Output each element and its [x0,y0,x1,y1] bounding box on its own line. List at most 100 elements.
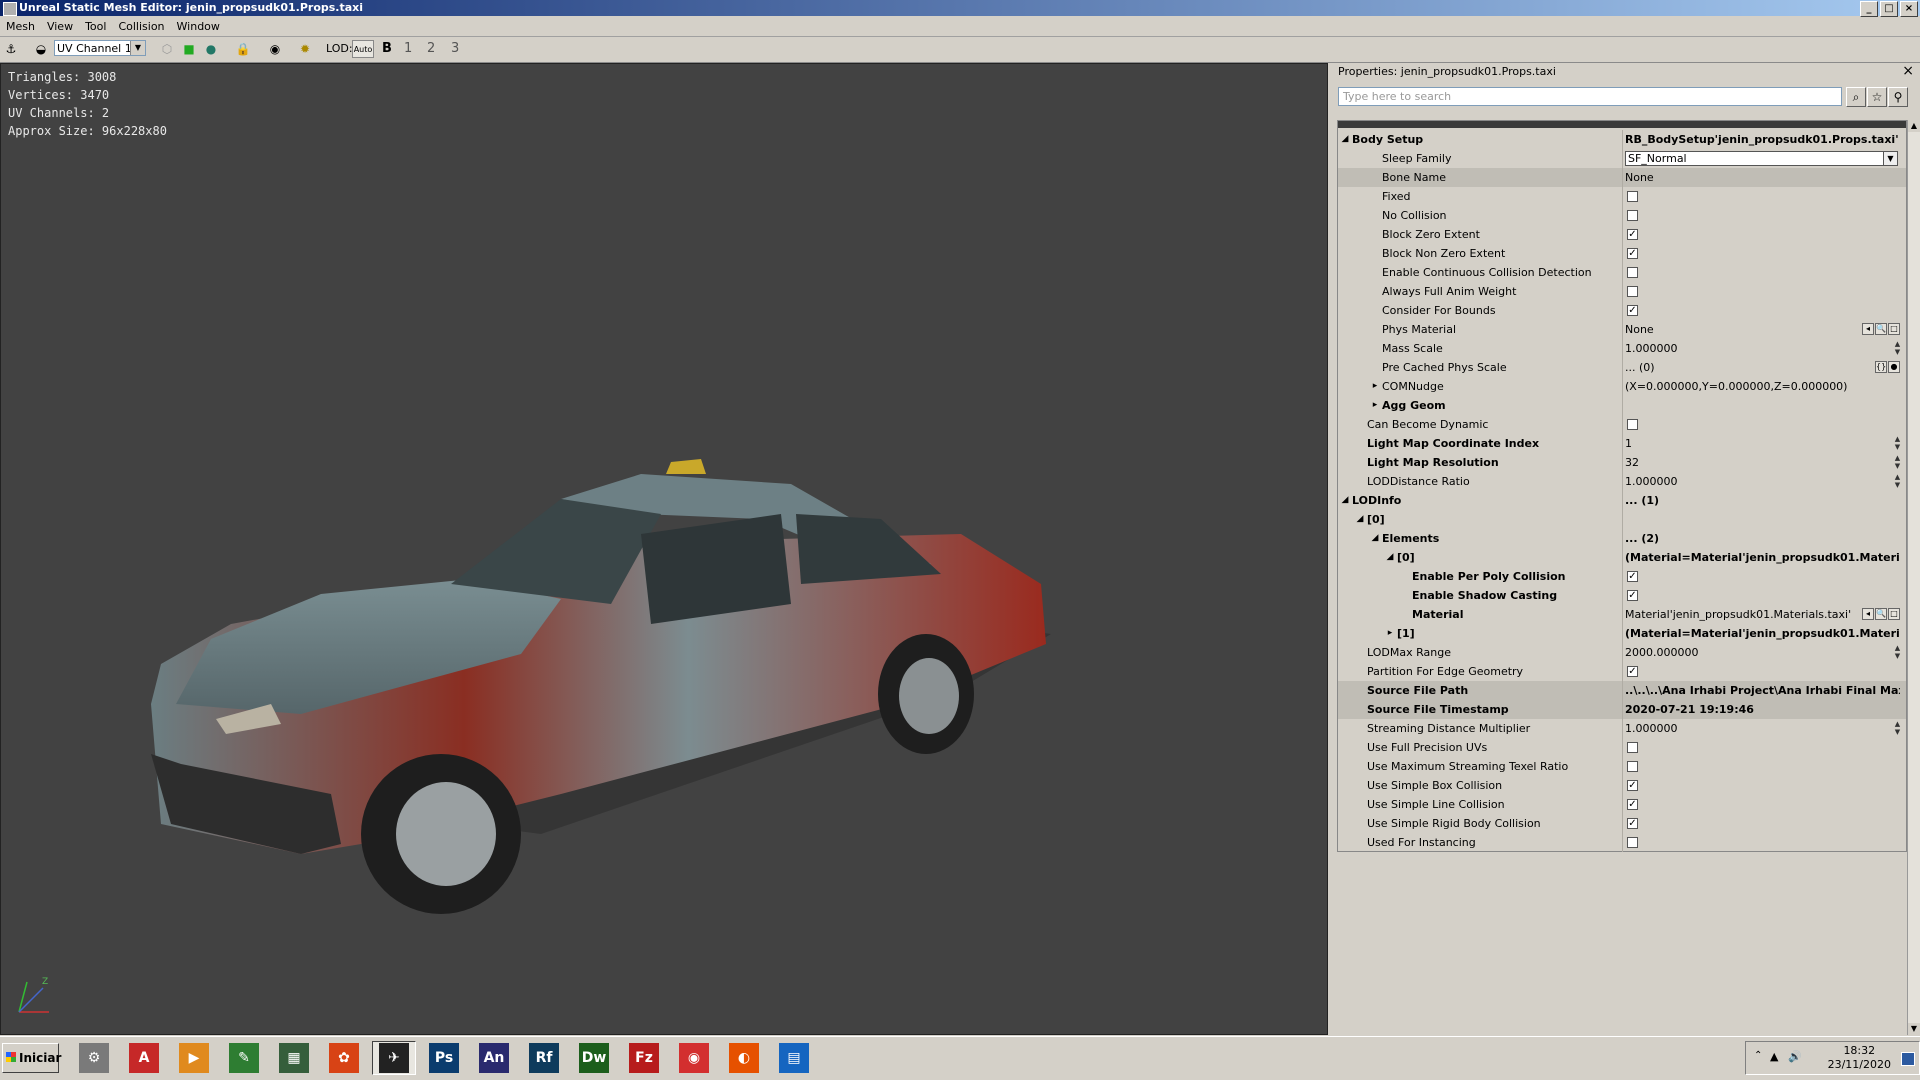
property-value[interactable]: Material'jenin_propsudk01.Materials.taxi… [1625,605,1855,624]
property-value[interactable]: 1.000000 [1625,472,1855,491]
taskbar-app-monitor[interactable]: ▦ [272,1041,316,1075]
property-value[interactable]: 1.000000 [1625,339,1855,358]
bounds-icon[interactable]: ● [202,40,220,58]
clear-icon[interactable]: □ [1888,608,1900,620]
collapse-arrow-icon[interactable]: ◢ [1355,510,1365,529]
column-divider[interactable] [1622,415,1623,434]
scroll-up-icon[interactable]: ▲ [1908,120,1920,132]
property-value[interactable]: 32 [1625,453,1855,472]
property-checkbox[interactable] [1627,267,1638,278]
property-row[interactable]: ◢ [0] (Material=Material'jenin_propsudk01.… [1338,548,1906,567]
property-row[interactable]: Bone Name None [1338,168,1906,187]
property-row[interactable]: Streaming Distance Multiplier 1.000000 ▲ ▼ [1338,719,1906,738]
taskbar-app-filezilla[interactable]: Fz [622,1041,666,1075]
column-divider[interactable] [1622,491,1623,510]
column-divider[interactable] [1622,605,1623,624]
browse-icon[interactable]: ● [1888,361,1900,373]
use-selected-icon[interactable]: {} [1875,361,1887,373]
property-row[interactable]: Light Map Coordinate Index 1 ▲ ▼ [1338,434,1906,453]
expand-arrow-icon[interactable]: ▸ [1370,377,1380,396]
column-divider[interactable] [1622,301,1623,320]
collapse-arrow-icon[interactable]: ◢ [1370,529,1380,548]
property-checkbox[interactable] [1627,210,1638,221]
uv-overlay-icon[interactable]: ◒ [32,40,50,58]
spinner-icon[interactable]: ▲ ▼ [1893,340,1902,356]
menu-view[interactable]: View [41,17,79,36]
filter-icon[interactable]: ⚲ [1888,87,1908,107]
property-row[interactable]: Consider For Bounds ✓ [1338,301,1906,320]
column-divider[interactable] [1622,643,1623,662]
browse-icon[interactable]: 🔍 [1875,608,1887,620]
property-row[interactable]: Used For Instancing [1338,833,1906,852]
use-selected-icon[interactable]: ◂ [1862,608,1874,620]
property-row[interactable]: Enable Continuous Collision Detection [1338,263,1906,282]
wireframe-icon[interactable]: ⬡ [158,40,176,58]
property-row[interactable]: Sleep Family SF_Normal ▼ [1338,149,1906,168]
scroll-down-icon[interactable]: ▼ [1908,1023,1920,1035]
close-button[interactable]: × [1900,1,1918,17]
property-row[interactable]: ◢ Elements ... (2) [1338,529,1906,548]
column-divider[interactable] [1622,472,1623,491]
property-value[interactable]: 2000.000000 [1625,643,1855,662]
property-value[interactable] [1625,510,1900,529]
spinner-icon[interactable]: ▲ ▼ [1893,644,1902,660]
taskbar-app-firefox[interactable]: ◐ [722,1041,766,1075]
column-divider[interactable] [1622,776,1623,795]
property-checkbox[interactable] [1627,761,1638,772]
taskbar-app-acrobat[interactable]: A [122,1041,166,1075]
property-value[interactable]: ... (2) [1625,529,1900,548]
property-value[interactable]: RB_BodySetup'jenin_propsudk01.Props.taxi… [1625,130,1900,149]
property-checkbox[interactable]: ✓ [1627,229,1638,240]
eye-icon[interactable]: ◉ [266,40,284,58]
column-divider[interactable] [1622,339,1623,358]
column-divider[interactable] [1622,833,1623,852]
property-row[interactable]: ◢ [0] [1338,510,1906,529]
property-value[interactable]: None [1625,168,1900,187]
property-checkbox[interactable] [1627,286,1638,297]
property-row[interactable]: Partition For Edge Geometry ✓ [1338,662,1906,681]
property-value[interactable]: ... (0) [1625,358,1855,377]
property-value[interactable]: ..\..\..\Ana Irhabi Project\Ana Irhabi F… [1625,681,1900,700]
taskbar-app-chrome[interactable]: ◉ [672,1041,716,1075]
taskbar-app-paint[interactable]: ✿ [322,1041,366,1075]
property-value[interactable] [1625,396,1900,415]
mesh-viewport[interactable]: Triangles: 3008 Vertices: 3470 UV Channe… [0,63,1328,1035]
column-divider[interactable] [1622,548,1623,567]
property-value[interactable]: (Material=Material'jenin_propsudk01.Mate… [1625,548,1900,567]
lock-icon[interactable]: 🔒 [234,40,252,58]
clock[interactable]: 18:32 23/11/2020 [1828,1044,1891,1072]
menu-collision[interactable]: Collision [112,17,170,36]
column-divider[interactable] [1622,529,1623,548]
spinner-icon[interactable]: ▲ ▼ [1893,454,1902,470]
column-divider[interactable] [1622,225,1623,244]
property-value[interactable]: 2020-07-21 19:19:46 [1625,700,1900,719]
lod-1-button[interactable]: 1 [404,40,412,58]
property-value[interactable]: 1 [1625,434,1855,453]
property-row[interactable]: Material Material'jenin_propsudk01.Materi… [1338,605,1906,624]
property-row[interactable]: Enable Per Poly Collision ✓ [1338,567,1906,586]
taskbar-app-network[interactable]: ▤ [772,1041,816,1075]
menu-window[interactable]: Window [171,17,226,36]
collapse-arrow-icon[interactable]: ◢ [1340,491,1350,510]
column-divider[interactable] [1622,244,1623,263]
column-divider[interactable] [1622,814,1623,833]
property-row[interactable]: Use Simple Box Collision ✓ [1338,776,1906,795]
column-divider[interactable] [1622,130,1623,149]
property-checkbox[interactable] [1627,742,1638,753]
property-row[interactable]: Mass Scale 1.000000 ▲ ▼ [1338,339,1906,358]
lod-auto-button[interactable]: Auto [352,40,374,58]
property-row[interactable]: Fixed [1338,187,1906,206]
column-divider[interactable] [1622,434,1623,453]
property-dropdown[interactable]: SF_Normal ▼ [1625,151,1898,166]
network-icon[interactable]: ▲ [1770,1050,1778,1063]
taskbar-app-dreamweaver[interactable]: Dw [572,1041,616,1075]
property-checkbox[interactable]: ✓ [1627,305,1638,316]
property-checkbox[interactable]: ✓ [1627,590,1638,601]
property-row[interactable]: ◢ Body Setup RB_BodySetup'jenin_propsudk01… [1338,130,1906,149]
expand-arrow-icon[interactable]: ▸ [1370,396,1380,415]
property-row[interactable]: Block Zero Extent ✓ [1338,225,1906,244]
menu-mesh[interactable]: Mesh [0,17,41,36]
column-divider[interactable] [1622,681,1623,700]
lod-base-button[interactable]: B [382,40,392,58]
property-row[interactable]: ▸ [1] (Material=Material'jenin_propsudk01.… [1338,624,1906,643]
